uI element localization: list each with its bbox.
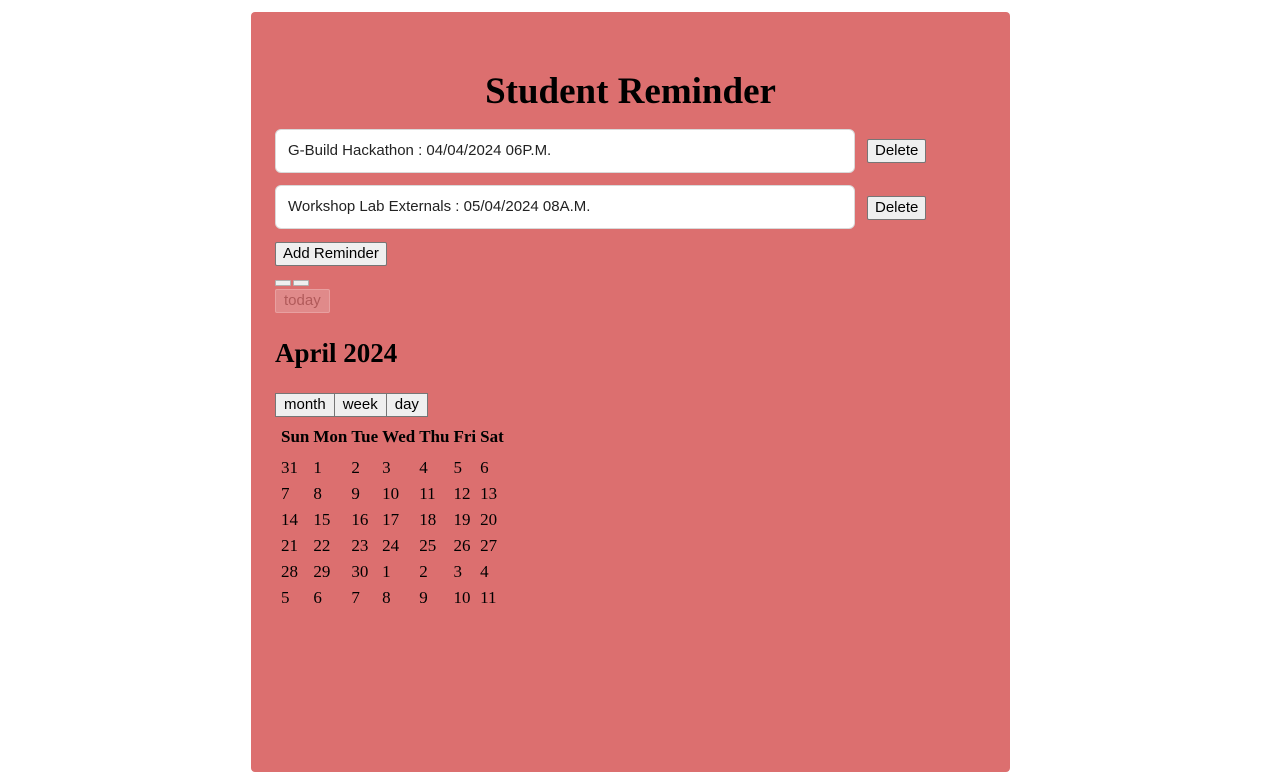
weekday-header: Mon	[313, 426, 348, 446]
weekday-header: Sat	[480, 426, 504, 446]
reminder-item: G-Build Hackathon : 04/04/2024 06P.M.	[275, 129, 855, 173]
calendar-day-cell[interactable]: 25	[417, 533, 451, 559]
view-day-button[interactable]: day	[385, 393, 428, 417]
calendar-day-cell[interactable]: 13	[478, 481, 506, 507]
calendar-day-cell[interactable]: 12	[451, 481, 478, 507]
today-button[interactable]: today	[275, 289, 330, 313]
calendar-day-cell[interactable]: 1	[311, 449, 349, 481]
calendar-day-cell[interactable]: 7	[279, 481, 311, 507]
calendar-day-cell[interactable]: 19	[451, 507, 478, 533]
calendar-view-switcher: month week day	[275, 393, 428, 417]
calendar-day-cell[interactable]: 6	[311, 585, 349, 611]
calendar-day-cell[interactable]: 15	[311, 507, 349, 533]
weekday-header-row: Sun Mon Tue Wed Thu Fri Sat	[279, 424, 506, 449]
calendar-day-cell[interactable]: 4	[478, 559, 506, 585]
calendar-week-row: 28 29 30 1 2 3 4	[279, 559, 506, 585]
calendar-day-cell[interactable]: 17	[380, 507, 417, 533]
calendar-day-cell[interactable]: 22	[311, 533, 349, 559]
reminder-card: Student Reminder G-Build Hackathon : 04/…	[251, 12, 1010, 772]
calendar-day-cell[interactable]: 18	[417, 507, 451, 533]
calendar-day-cell[interactable]: 5	[451, 449, 478, 481]
weekday-header: Sun	[281, 426, 310, 446]
calendar-week-row: 14 15 16 17 18 19 20	[279, 507, 506, 533]
calendar-day-cell[interactable]: 8	[380, 585, 417, 611]
calendar-day-cell[interactable]: 4	[417, 449, 451, 481]
calendar-day-cell[interactable]: 29	[311, 559, 349, 585]
calendar-day-cell[interactable]: 8	[311, 481, 349, 507]
calendar-day-cell[interactable]: 6	[478, 449, 506, 481]
view-week-button[interactable]: week	[333, 393, 387, 417]
calendar-day-cell[interactable]: 2	[349, 449, 380, 481]
calendar-day-cell[interactable]: 14	[279, 507, 311, 533]
calendar-day-cell[interactable]: 31	[279, 449, 311, 481]
calendar-day-cell[interactable]: 2	[417, 559, 451, 585]
view-month-button[interactable]: month	[275, 393, 335, 417]
calendar-day-cell[interactable]: 11	[478, 585, 506, 611]
delete-reminder-button[interactable]: Delete	[867, 139, 927, 163]
reminder-item: Workshop Lab Externals : 05/04/2024 08A.…	[275, 185, 855, 229]
calendar-day-cell[interactable]: 26	[451, 533, 478, 559]
weekday-header: Thu	[419, 426, 450, 446]
weekday-header: Fri	[453, 426, 477, 446]
delete-reminder-button[interactable]: Delete	[867, 196, 927, 220]
calendar-day-cell[interactable]: 9	[417, 585, 451, 611]
add-reminder-button[interactable]: Add Reminder	[275, 242, 387, 266]
calendar-day-cell[interactable]: 21	[279, 533, 311, 559]
calendar-day-cell[interactable]: 28	[279, 559, 311, 585]
calendar-grid: Sun Mon Tue Wed Thu Fri Sat 31 1 2 3 4 5…	[279, 424, 506, 611]
calendar-week-row: 7 8 9 10 11 12 13	[279, 481, 506, 507]
calendar-day-cell[interactable]: 30	[349, 559, 380, 585]
weekday-header: Wed	[382, 426, 416, 446]
calendar-day-cell[interactable]: 10	[380, 481, 417, 507]
calendar-day-cell[interactable]: 9	[349, 481, 380, 507]
calendar-day-cell[interactable]: 5	[279, 585, 311, 611]
calendar-day-cell[interactable]: 7	[349, 585, 380, 611]
calendar-title: April 2024	[275, 338, 398, 368]
calendar-day-cell[interactable]: 16	[349, 507, 380, 533]
weekday-header: Tue	[351, 426, 379, 446]
calendar-day-cell[interactable]: 11	[417, 481, 451, 507]
calendar-day-cell[interactable]: 3	[451, 559, 478, 585]
calendar-week-row: 5 6 7 8 9 10 11	[279, 585, 506, 611]
calendar-day-cell[interactable]: 3	[380, 449, 417, 481]
prev-month-button[interactable]	[275, 280, 291, 286]
next-month-button[interactable]	[293, 280, 309, 286]
calendar-week-row: 31 1 2 3 4 5 6	[279, 449, 506, 481]
calendar-day-cell[interactable]: 10	[451, 585, 478, 611]
calendar-day-cell[interactable]: 20	[478, 507, 506, 533]
calendar-day-cell[interactable]: 1	[380, 559, 417, 585]
calendar-day-cell[interactable]: 24	[380, 533, 417, 559]
calendar-day-cell[interactable]: 27	[478, 533, 506, 559]
calendar-week-row: 21 22 23 24 25 26 27	[279, 533, 506, 559]
calendar-day-cell[interactable]: 23	[349, 533, 380, 559]
page-title: Student Reminder	[485, 71, 776, 112]
